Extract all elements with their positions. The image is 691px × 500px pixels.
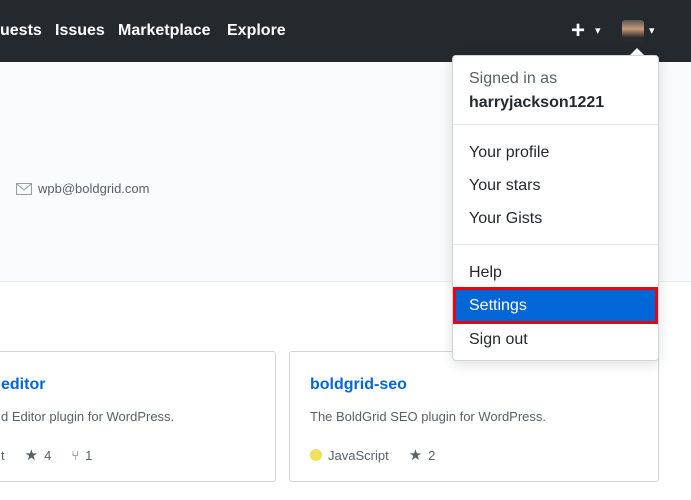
plus-icon[interactable]: +: [571, 17, 585, 45]
divider: [453, 124, 658, 125]
repo-title-link[interactable]: editor: [1, 376, 45, 394]
language-color-dot: [310, 449, 322, 461]
menu-item-help[interactable]: Help: [469, 264, 502, 282]
nav-marketplace[interactable]: Marketplace: [118, 22, 211, 40]
username: harryjackson1221: [469, 94, 605, 111]
mail-icon: [16, 182, 32, 195]
repo-stars[interactable]: 4: [44, 448, 51, 463]
repo-card: boldgrid-seo The BoldGrid SEO plugin for…: [289, 351, 659, 482]
repo-description: The BoldGrid SEO plugin for WordPress.: [310, 409, 547, 424]
top-header: uests Issues Marketplace Explore + ▾ ▾: [0, 0, 691, 62]
menu-item-sign-out[interactable]: Sign out: [469, 331, 528, 349]
menu-item-your-profile[interactable]: Your profile: [469, 144, 549, 162]
nav-issues[interactable]: Issues: [55, 22, 105, 40]
star-icon: ★: [408, 447, 423, 464]
repo-language: t: [1, 447, 5, 463]
star-icon: ★: [24, 447, 39, 464]
signed-in-label: Signed in as: [469, 70, 558, 87]
repo-description: d Editor plugin for WordPress.: [1, 409, 175, 424]
repo-title-link[interactable]: boldgrid-seo: [310, 376, 407, 394]
menu-item-your-gists[interactable]: Your Gists: [469, 210, 542, 228]
repo-forks[interactable]: 1: [85, 448, 92, 463]
nav-explore[interactable]: Explore: [227, 22, 286, 40]
repo-card: editor d Editor plugin for WordPress. t …: [0, 351, 276, 482]
repo-language: JavaScript: [328, 447, 389, 463]
menu-item-your-stars[interactable]: Your stars: [469, 177, 540, 195]
repo-stars[interactable]: 2: [428, 448, 435, 463]
dropdown-caret: [630, 48, 644, 55]
email-text[interactable]: wpb@boldgrid.com: [38, 181, 149, 196]
chevron-down-icon[interactable]: ▾: [649, 24, 655, 37]
fork-icon: ⑂: [71, 447, 80, 463]
avatar[interactable]: [622, 20, 644, 42]
menu-item-settings[interactable]: Settings: [453, 287, 658, 324]
profile-email: wpb@boldgrid.com: [16, 181, 149, 196]
nav-pull-requests[interactable]: uests: [0, 22, 42, 40]
chevron-down-icon[interactable]: ▾: [595, 24, 601, 37]
divider: [453, 244, 658, 245]
